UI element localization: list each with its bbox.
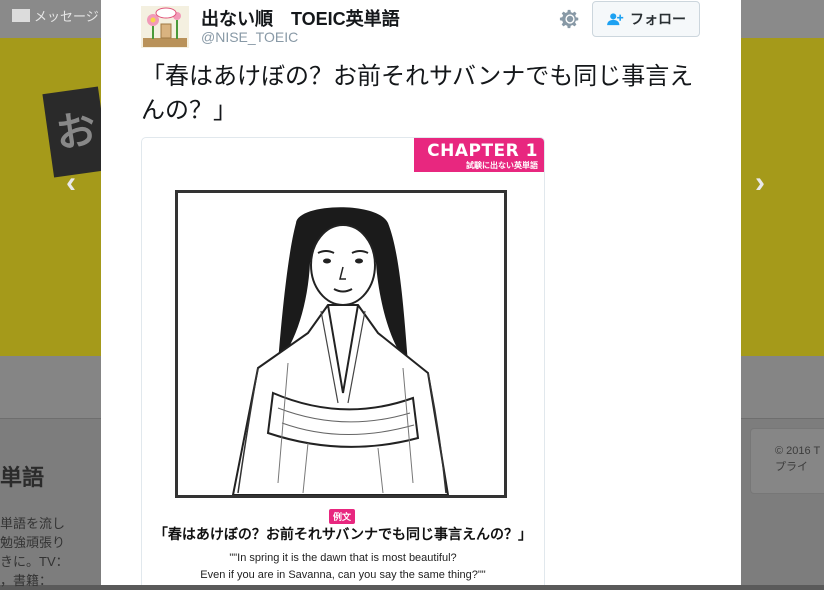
example-tag: 例文 [329, 509, 356, 524]
example-en-line: ""In spring it is the dawn that is most … [229, 552, 457, 564]
tweet-media-image[interactable]: CHAPTER 1 試験に出ない英単語 例文 「春はあけぼの？お前それサバンナで… [141, 137, 545, 585]
chapter-title: CHAPTER 1 [427, 141, 538, 161]
messages-label: メッセージ [34, 9, 99, 24]
chapter-banner: CHAPTER 1 試験に出ない英単語 [414, 138, 544, 172]
follow-label: フォロー [630, 11, 686, 27]
example-sentence-japanese: 「春はあけぼの？お前それサバンナでも同じ事言えんの？」 [153, 527, 533, 543]
background-copyright-box: © 2016 T プライ [750, 428, 824, 494]
example-sentence-english: ""In spring it is the dawn that is most … [142, 550, 544, 584]
portrait-illustration [175, 190, 507, 498]
add-user-icon [607, 13, 624, 26]
tweet-modal: 出ない順 TOEIC英単語 @NISE_TOEIC フォロー 「春はあけぼの？お… [101, 0, 741, 585]
chapter-subtitle: 試験に出ない英単語 [466, 161, 538, 170]
background-profile-bio: 単語を流し 勉強頑張り きに。TV： ，書籍： [0, 514, 69, 590]
messages-nav-item: メッセージ [12, 6, 99, 25]
chevron-right-icon[interactable]: › [755, 166, 765, 200]
banner-logo: お [42, 86, 110, 178]
gear-icon[interactable] [559, 8, 581, 30]
background-profile-name: 単語 [0, 465, 45, 490]
envelope-icon [12, 9, 30, 22]
bio-line: 単語を流し [0, 516, 66, 531]
author-handle[interactable]: @NISE_TOEIC [201, 29, 298, 45]
copyright-line: © 2016 T [775, 445, 821, 457]
bio-line: きに。TV： [0, 554, 69, 569]
author-avatar[interactable] [141, 6, 189, 48]
heian-lady-drawing [231, 207, 450, 495]
copyright-line: プライ [775, 461, 808, 473]
example-en-line: Even if you are in Savanna, can you say … [200, 569, 486, 581]
bio-line: ，書籍： [0, 573, 53, 588]
bio-line: 勉強頑張り [0, 535, 66, 550]
author-name[interactable]: 出ない順 TOEIC英単語 [201, 5, 400, 31]
follow-button[interactable]: フォロー [592, 1, 700, 37]
chevron-left-icon[interactable]: ‹ [66, 166, 76, 200]
tweet-text: 「春はあけぼの？お前それサバンナでも同じ事言えんの？」 [141, 63, 694, 124]
